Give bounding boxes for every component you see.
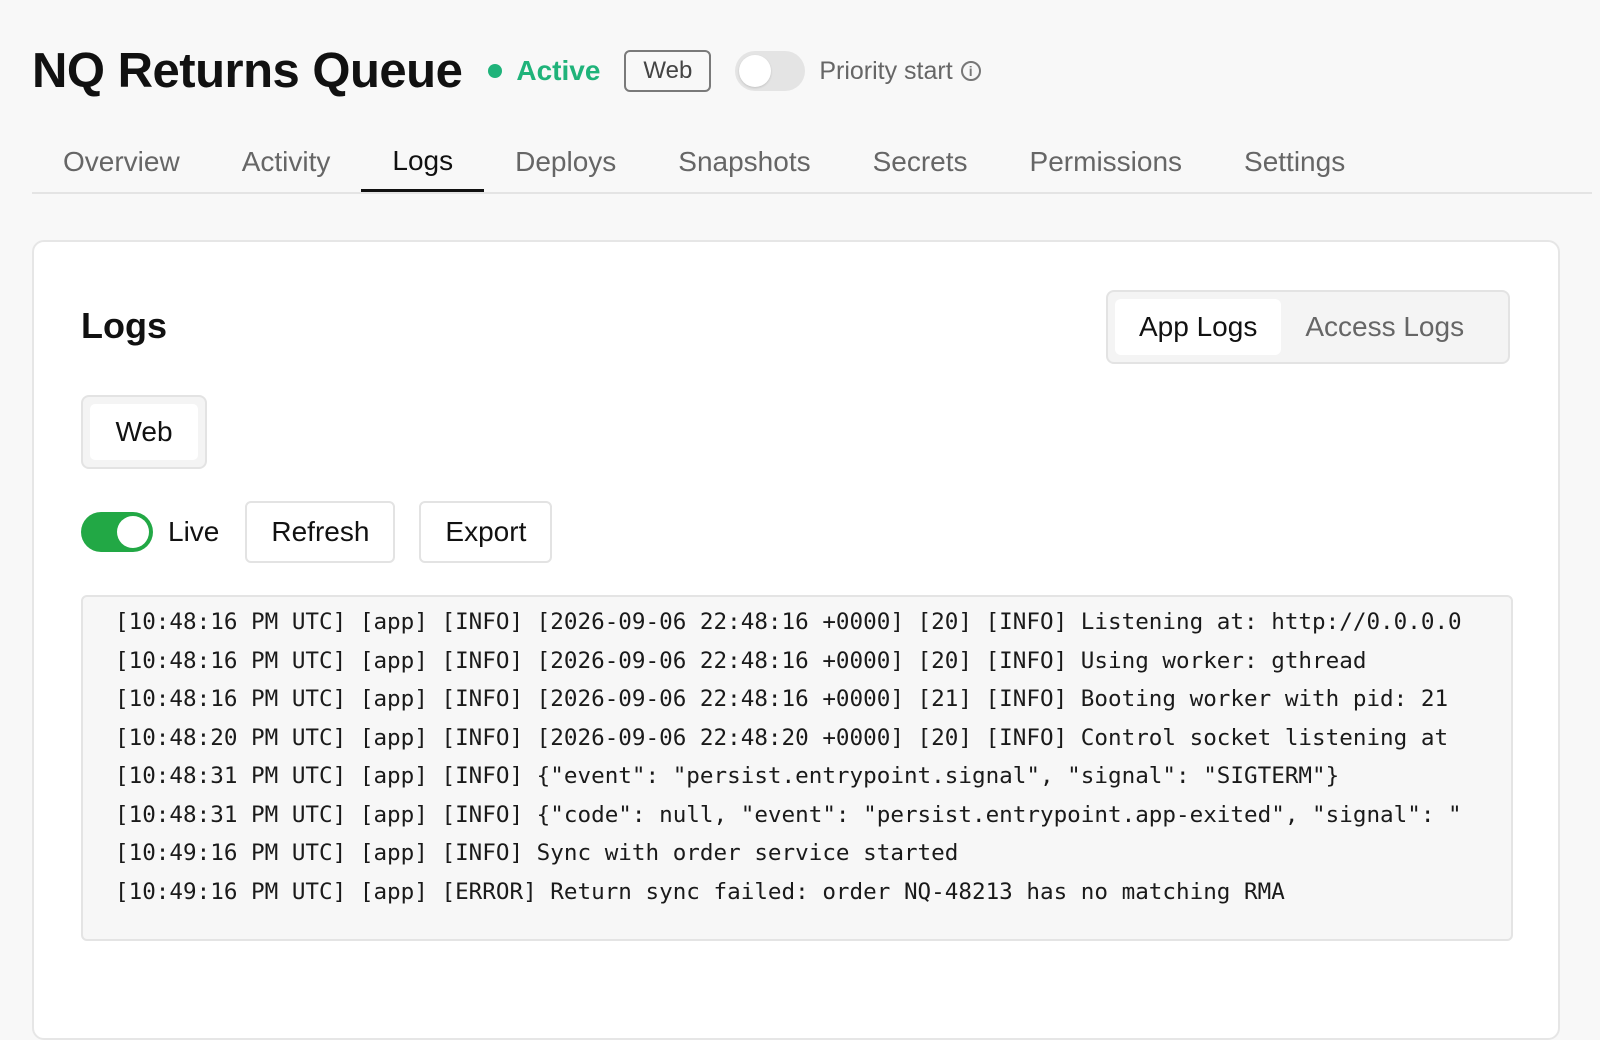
tab-deploys[interactable]: Deploys (484, 132, 647, 192)
status-dot-icon (488, 64, 503, 78)
tab-logs[interactable]: Logs (361, 132, 485, 192)
access-logs-tab[interactable]: Access Logs (1281, 299, 1488, 355)
service-type-badge: Web (624, 50, 712, 92)
log-type-switcher: App Logs Access Logs (1106, 290, 1510, 364)
log-controls: Live Refresh Export (81, 500, 576, 564)
priority-start-label: Priority start (819, 56, 953, 85)
tab-overview[interactable]: Overview (32, 132, 211, 192)
app-logs-tab[interactable]: App Logs (1115, 299, 1282, 355)
toggle-knob (117, 516, 149, 548)
refresh-button[interactable]: Refresh (245, 501, 396, 563)
priority-start-toggle[interactable] (735, 51, 806, 91)
process-filter-web[interactable]: Web (90, 404, 198, 460)
tab-settings[interactable]: Settings (1213, 132, 1376, 192)
tab-activity[interactable]: Activity (211, 132, 362, 192)
log-line: [10:48:20 PM UTC] [app] [INFO] [2026-09-… (115, 724, 1449, 751)
page-title: NQ Returns Queue (32, 44, 463, 98)
status-indicator: Active (488, 55, 600, 87)
log-line: [10:48:16 PM UTC] [app] [INFO] [2026-09-… (115, 609, 1462, 635)
live-toggle[interactable] (81, 512, 153, 552)
export-button[interactable]: Export (419, 501, 553, 563)
tab-secrets[interactable]: Secrets (842, 132, 999, 192)
tab-bar: Overview Activity Logs Deploys Snapshots… (32, 132, 1592, 194)
log-line: [10:48:31 PM UTC] [app] [INFO] {"event":… (115, 763, 1340, 789)
panel-title: Logs (81, 305, 167, 346)
log-line: [10:48:31 PM UTC] [app] [INFO] {"code": … (115, 801, 1462, 828)
tab-permissions[interactable]: Permissions (999, 132, 1213, 192)
logs-panel: Logs App Logs Access Logs Web Live Refre… (32, 240, 1560, 1040)
log-output[interactable]: [10:48:16 PM UTC] [app] [INFO] [2026-09-… (81, 595, 1513, 941)
process-filter: Web (81, 395, 207, 469)
log-line: [10:48:16 PM UTC] [app] [INFO] [2026-09-… (115, 647, 1367, 674)
status-label: Active (516, 55, 601, 86)
log-line: [10:49:16 PM UTC] [app] [INFO] Sync with… (115, 840, 959, 866)
log-line: [10:49:16 PM UTC] [app] [ERROR] Return s… (115, 878, 1285, 905)
toggle-knob (739, 55, 772, 87)
page-header: NQ Returns Queue Active Web Priority sta… (32, 40, 981, 102)
info-icon[interactable]: i (960, 61, 981, 81)
tab-snapshots[interactable]: Snapshots (647, 132, 841, 192)
log-line: [10:48:16 PM UTC] [app] [INFO] [2026-09-… (115, 686, 1449, 712)
live-label: Live (168, 516, 220, 547)
